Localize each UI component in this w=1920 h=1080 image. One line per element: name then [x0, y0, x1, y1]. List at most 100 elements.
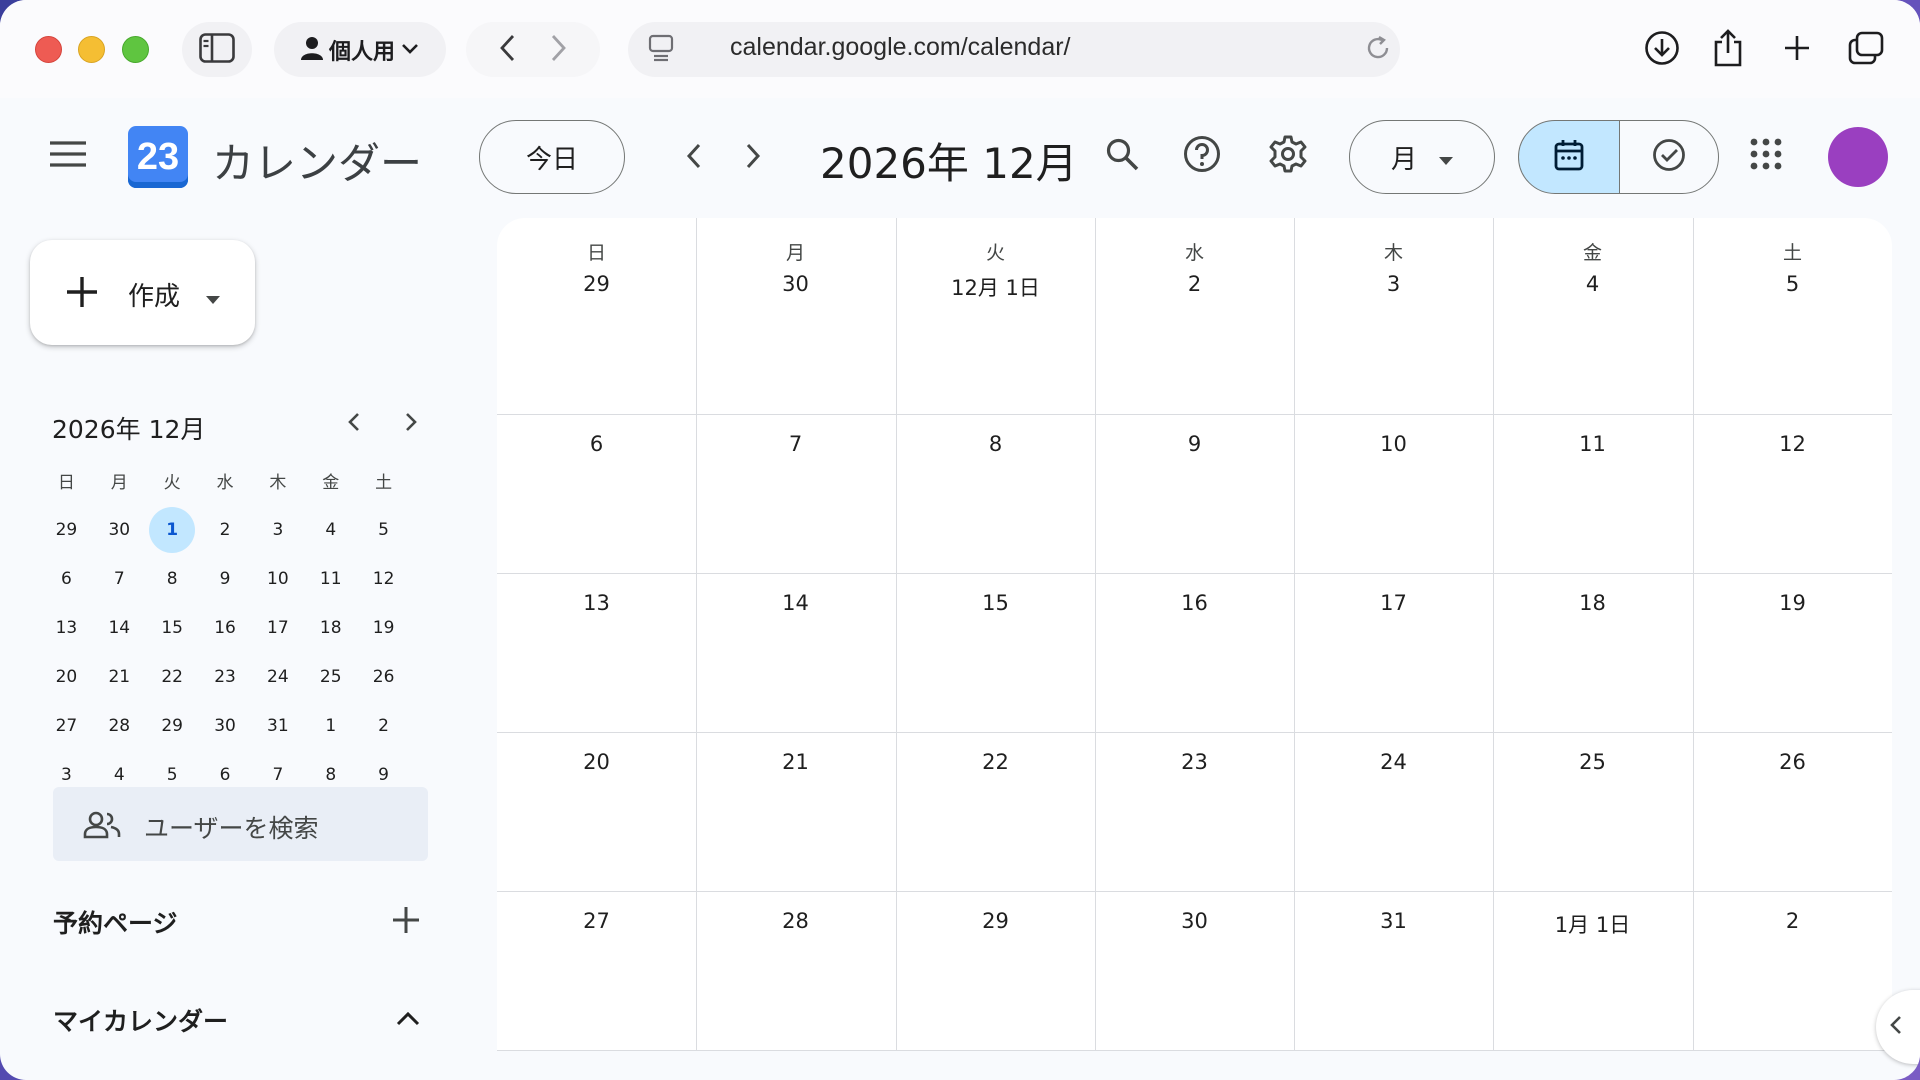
mini-day[interactable]: 18 — [304, 618, 357, 638]
day-number[interactable]: 3 — [1294, 272, 1493, 296]
mini-day[interactable]: 15 — [146, 618, 199, 638]
day-number[interactable]: 25 — [1493, 750, 1692, 774]
day-number[interactable]: 22 — [896, 750, 1095, 774]
mini-day[interactable]: 9 — [357, 765, 410, 785]
mini-day[interactable]: 19 — [357, 618, 410, 638]
mini-day[interactable]: 1 — [304, 716, 357, 736]
main-menu-button[interactable] — [42, 130, 94, 182]
mini-day[interactable]: 9 — [199, 569, 252, 589]
new-tab-button[interactable] — [1771, 24, 1823, 76]
profile-switcher[interactable]: 個人用 — [274, 22, 446, 77]
mini-day[interactable]: 24 — [251, 667, 304, 687]
mini-day[interactable]: 8 — [304, 765, 357, 785]
day-number[interactable]: 7 — [696, 432, 895, 456]
help-button[interactable] — [1176, 130, 1228, 182]
mini-day[interactable]: 2 — [199, 520, 252, 540]
mini-day[interactable]: 25 — [304, 667, 357, 687]
mini-day[interactable]: 3 — [40, 765, 93, 785]
mini-day[interactable]: 31 — [251, 716, 304, 736]
mini-day[interactable]: 10 — [251, 569, 304, 589]
app-title[interactable]: カレンダー — [212, 130, 422, 191]
back-icon[interactable] — [499, 34, 515, 66]
mini-day[interactable]: 29 — [146, 716, 199, 736]
mini-day[interactable]: 23 — [199, 667, 252, 687]
day-cell[interactable] — [1693, 218, 1892, 414]
minimize-window-button[interactable] — [78, 36, 105, 63]
close-window-button[interactable] — [35, 36, 62, 63]
mini-day[interactable]: 30 — [199, 716, 252, 736]
my-calendars-heading[interactable]: マイカレンダー — [53, 1002, 228, 1038]
search-users-input[interactable]: ユーザーを検索 — [53, 787, 428, 861]
mini-previous-month-button[interactable] — [336, 406, 372, 442]
mini-day[interactable]: 27 — [40, 716, 93, 736]
day-number[interactable]: 23 — [1095, 750, 1294, 774]
collapse-my-calendars-button[interactable] — [388, 1000, 428, 1040]
calendar-logo[interactable]: 23 — [128, 126, 188, 188]
day-number[interactable]: 30 — [1095, 909, 1294, 933]
day-number[interactable]: 13 — [497, 591, 696, 615]
day-number[interactable]: 19 — [1693, 591, 1892, 615]
day-number[interactable]: 29 — [497, 272, 696, 296]
day-number[interactable]: 5 — [1693, 272, 1892, 296]
mini-day[interactable]: 13 — [40, 618, 93, 638]
day-number[interactable]: 24 — [1294, 750, 1493, 774]
day-number[interactable]: 4 — [1493, 272, 1692, 296]
day-number[interactable]: 17 — [1294, 591, 1493, 615]
mini-day[interactable]: 22 — [146, 667, 199, 687]
mini-day[interactable]: 17 — [251, 618, 304, 638]
mini-next-month-button[interactable] — [393, 406, 429, 442]
mini-day[interactable]: 7 — [93, 569, 146, 589]
day-cell[interactable] — [1294, 218, 1493, 414]
day-number[interactable]: 12 — [1693, 432, 1892, 456]
account-avatar[interactable] — [1828, 127, 1888, 187]
day-number[interactable]: 29 — [896, 909, 1095, 933]
day-number[interactable]: 21 — [696, 750, 895, 774]
mini-day[interactable]: 16 — [199, 618, 252, 638]
mini-day[interactable]: 29 — [40, 520, 93, 540]
previous-period-button[interactable] — [668, 132, 720, 184]
mini-day[interactable]: 21 — [93, 667, 146, 687]
mini-day-today[interactable]: 1 — [146, 506, 199, 553]
create-button[interactable]: 作成 — [30, 240, 255, 345]
day-cell[interactable] — [1493, 218, 1692, 414]
settings-button[interactable] — [1262, 130, 1314, 182]
mini-day[interactable]: 12 — [357, 569, 410, 589]
mini-day[interactable]: 5 — [357, 520, 410, 540]
day-number[interactable]: 2 — [1095, 272, 1294, 296]
day-number[interactable]: 28 — [696, 909, 895, 933]
day-number[interactable]: 16 — [1095, 591, 1294, 615]
day-number[interactable]: 6 — [497, 432, 696, 456]
add-booking-page-button[interactable] — [386, 902, 426, 942]
reload-button[interactable] — [1352, 24, 1404, 76]
mini-day[interactable]: 7 — [251, 765, 304, 785]
mini-day[interactable]: 8 — [146, 569, 199, 589]
day-number[interactable]: 12月 1日 — [896, 272, 1095, 302]
mini-day[interactable]: 6 — [199, 765, 252, 785]
day-number[interactable]: 27 — [497, 909, 696, 933]
mini-day[interactable]: 28 — [93, 716, 146, 736]
day-cell[interactable] — [896, 218, 1095, 414]
fullscreen-window-button[interactable] — [122, 36, 149, 63]
sidebar-toggle-button[interactable] — [182, 22, 252, 77]
mini-day[interactable]: 30 — [93, 520, 146, 540]
day-cell[interactable] — [497, 218, 696, 414]
mini-day[interactable]: 3 — [251, 520, 304, 540]
day-number[interactable]: 11 — [1493, 432, 1692, 456]
day-number[interactable]: 30 — [696, 272, 895, 296]
downloads-button[interactable] — [1636, 24, 1688, 76]
calendar-mode-button[interactable] — [1518, 120, 1620, 194]
tab-overview-button[interactable] — [1840, 24, 1892, 76]
mini-day[interactable]: 6 — [40, 569, 93, 589]
mini-day[interactable]: 26 — [357, 667, 410, 687]
mini-day[interactable]: 4 — [304, 520, 357, 540]
tasks-mode-button[interactable] — [1619, 120, 1719, 194]
day-number[interactable]: 15 — [896, 591, 1095, 615]
mini-day[interactable]: 14 — [93, 618, 146, 638]
next-period-button[interactable] — [727, 132, 779, 184]
mini-day[interactable]: 20 — [40, 667, 93, 687]
day-number[interactable]: 20 — [497, 750, 696, 774]
day-number[interactable]: 9 — [1095, 432, 1294, 456]
page-menu-icon[interactable] — [648, 34, 674, 66]
mini-day[interactable]: 4 — [93, 765, 146, 785]
day-number[interactable]: 8 — [896, 432, 1095, 456]
